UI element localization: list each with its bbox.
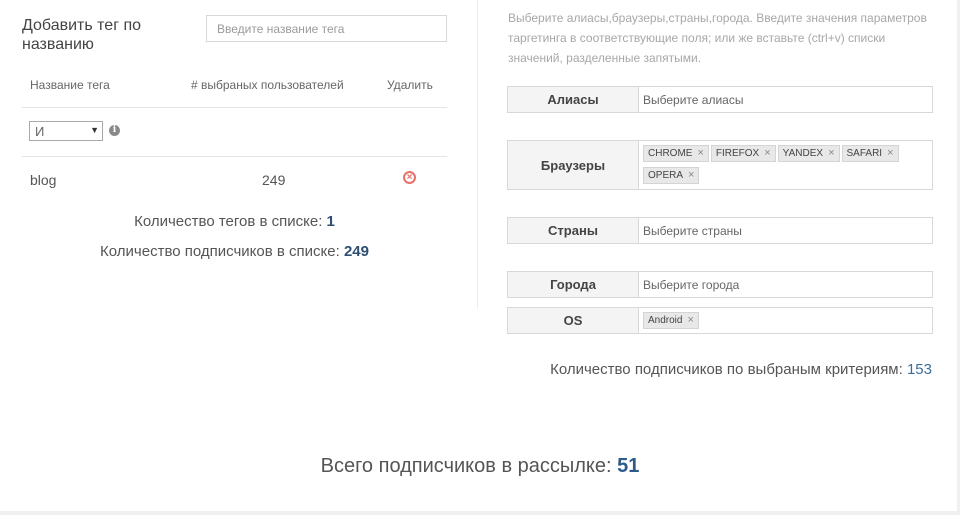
chip-remove-icon[interactable]: × <box>828 147 834 159</box>
add-tag-title: Добавить тег по названию <box>22 17 142 53</box>
os-chip: Android × <box>643 312 699 329</box>
browser-chip: FIREFOX × <box>710 145 776 162</box>
subscribers-count-summary: Количество подписчиков в списке: 249 <box>22 243 447 260</box>
frame-edge-bottom <box>0 511 960 515</box>
chip-remove-icon[interactable]: × <box>687 314 693 326</box>
chip-label: OPERA <box>648 170 684 181</box>
browsers-filter[interactable]: Браузеры CHROME × FIREFOX × YANDEX × SAFARI ×OP… <box>507 140 933 190</box>
select-arrow-icon: ▼ <box>90 125 99 135</box>
os-label: OS <box>508 308 639 333</box>
total-subscribers-value: 51 <box>617 455 640 477</box>
column-divider <box>477 0 478 308</box>
chip-remove-icon[interactable]: × <box>697 147 703 159</box>
chip-label: Android <box>648 315 683 326</box>
tags-count-summary: Количество тегов в списке: 1 <box>22 213 447 230</box>
countries-input[interactable]: Выберите страны <box>643 224 742 238</box>
column-header-delete: Удалить <box>387 78 433 92</box>
total-subscribers: Всего подписчиков в рассылке: 51 <box>0 455 960 478</box>
operator-select-value: И <box>35 124 45 139</box>
chip-label: YANDEX <box>782 148 824 159</box>
countries-label: Страны <box>508 218 639 243</box>
cities-filter[interactable]: Города Выберите города <box>507 271 933 298</box>
browsers-chips: CHROME × FIREFOX × YANDEX × SAFARI × OPERA × <box>641 145 928 189</box>
chip-label: SAFARI <box>846 148 883 159</box>
cities-label: Города <box>508 272 639 297</box>
row-divider <box>22 156 447 157</box>
cities-input[interactable]: Выберите города <box>643 278 739 292</box>
info-icon[interactable]: i <box>109 125 120 136</box>
chip-label: FIREFOX <box>715 148 760 159</box>
tag-count-cell: 249 <box>262 172 286 188</box>
tags-count-value: 1 <box>326 213 335 230</box>
column-header-tag-name: Название тега <box>30 78 110 92</box>
browser-chip: SAFARI × <box>841 145 899 162</box>
operator-select[interactable]: И ▼ <box>29 121 103 141</box>
os-chips: Android × <box>641 312 928 334</box>
aliases-input[interactable]: Выберите алиасы <box>643 93 743 107</box>
tag-search-input[interactable] <box>206 15 447 42</box>
column-header-selected-users: # выбраных пользователей <box>191 78 344 92</box>
countries-filter[interactable]: Страны Выберите страны <box>507 217 933 244</box>
chip-remove-icon[interactable]: × <box>764 147 770 159</box>
chip-label: CHROME <box>648 148 693 159</box>
criteria-count-summary: Количество подписчиков по выбраным крите… <box>508 361 932 378</box>
total-subscribers-label: Всего подписчиков в рассылке: <box>320 455 612 477</box>
tags-count-label: Количество тегов в списке: <box>134 213 323 230</box>
browser-chip: CHROME × <box>643 145 709 162</box>
chip-remove-icon[interactable]: × <box>688 169 694 181</box>
aliases-filter[interactable]: Алиасы Выберите алиасы <box>507 86 933 113</box>
os-filter[interactable]: OS Android × <box>507 307 933 334</box>
browsers-label: Браузеры <box>508 141 639 189</box>
criteria-count-value: 153 <box>906 361 932 378</box>
browser-chip: YANDEX × <box>777 145 840 162</box>
table-header-divider <box>22 107 447 108</box>
browser-chip: OPERA × <box>643 167 700 184</box>
remove-tag-icon[interactable]: × <box>403 171 416 184</box>
tag-name-cell: blog <box>30 172 57 188</box>
criteria-count-label: Количество подписчиков по выбраным крите… <box>550 361 903 378</box>
aliases-label: Алиасы <box>508 87 639 112</box>
subscribers-count-label: Количество подписчиков в списке: <box>100 243 340 260</box>
chip-remove-icon[interactable]: × <box>887 147 893 159</box>
targeting-instructions: Выберите алиасы,браузеры,страны,города. … <box>508 11 927 65</box>
subscribers-count-value: 249 <box>343 243 369 260</box>
